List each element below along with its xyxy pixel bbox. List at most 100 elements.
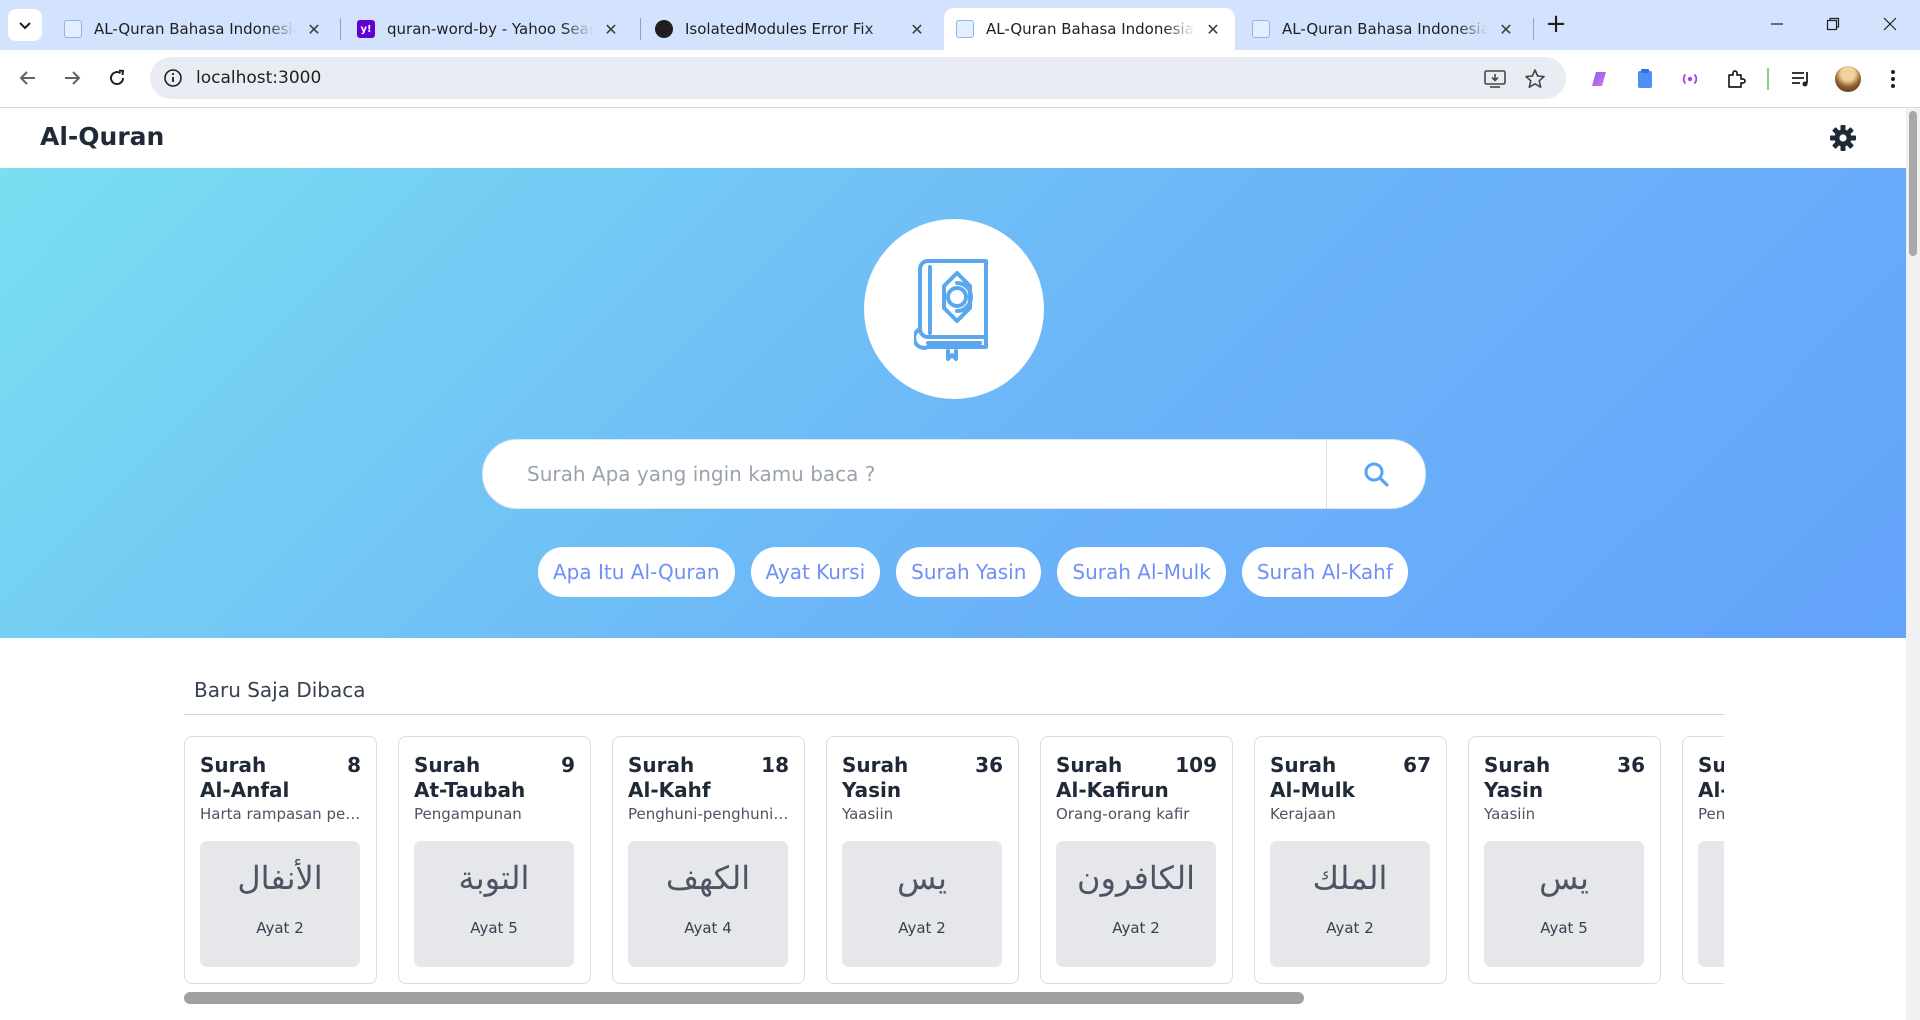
chip-apa-itu-al-quran[interactable]: Apa Itu Al-Quran — [538, 547, 735, 597]
yahoo-favicon-icon: y! — [357, 20, 375, 38]
surah-arabic-name: الكهف — [665, 859, 751, 897]
surah-name: Surah Al-Anfal — [200, 753, 290, 802]
surah-arabic-name: يس — [1539, 859, 1589, 897]
browser-tab-5[interactable]: AL-Quran Bahasa Indonesia - Q ✕ — [1240, 8, 1528, 50]
address-bar[interactable]: localhost:3000 — [150, 57, 1566, 99]
last-ayah-box: الأنفال Ayat 2 — [200, 841, 360, 967]
last-ayah-label: Ayat 4 — [684, 919, 732, 937]
search-button[interactable] — [1327, 440, 1425, 508]
tab-title: AL-Quran Bahasa Indonesia - Q — [94, 20, 296, 38]
chatgpt-favicon-icon — [655, 20, 673, 38]
surah-arabic-name: الأنفال — [237, 859, 323, 897]
browser-toolbar: localhost:3000 — [0, 50, 1920, 108]
broadcast-extension-icon[interactable] — [1675, 64, 1705, 94]
minimize-icon[interactable] — [1749, 8, 1805, 40]
last-ayah-box — [1698, 841, 1724, 967]
last-ayah-label: Ayat 5 — [1540, 919, 1588, 937]
new-tab-plus-icon[interactable]: + — [1540, 10, 1572, 40]
last-ayah-box: يس Ayat 2 — [842, 841, 1002, 967]
tab-close-icon[interactable]: ✕ — [1203, 20, 1223, 39]
media-queue-icon[interactable] — [1786, 64, 1816, 94]
install-app-icon[interactable] — [1482, 66, 1508, 92]
surah-number: 18 — [761, 753, 789, 777]
surah-name: Surah Yasin — [842, 753, 909, 802]
chip-surah-al-mulk[interactable]: Surah Al-Mulk — [1057, 547, 1226, 597]
close-window-icon[interactable] — [1862, 8, 1918, 40]
tab-close-icon[interactable]: ✕ — [1496, 20, 1516, 39]
surah-meaning: Harta rampasan perang — [200, 805, 365, 823]
tab-close-icon[interactable]: ✕ — [601, 20, 621, 39]
surah-name: Surah At-Taubah — [414, 753, 526, 802]
surah-arabic-name: التوبة — [458, 859, 530, 897]
quran-favicon-icon — [64, 20, 82, 38]
tab-close-icon[interactable]: ✕ — [304, 20, 324, 39]
site-info-icon[interactable] — [160, 65, 186, 91]
reload-icon[interactable] — [99, 60, 135, 96]
surah-arabic-name: الملك — [1312, 859, 1388, 897]
puzzle-extensions-icon[interactable] — [1721, 64, 1751, 94]
section-divider — [184, 714, 1724, 715]
surah-name: Surah Al-Kafirun — [1056, 753, 1169, 802]
surah-number: 8 — [347, 753, 361, 777]
last-ayah-label: Ayat 2 — [256, 919, 304, 937]
tab-search-chevron-icon[interactable] — [8, 9, 42, 41]
tab-title: AL-Quran Bahasa Indonesia - Q — [1282, 20, 1488, 38]
recent-cards: Surah Al-Anfal 8 Harta rampasan perang ال… — [184, 736, 1724, 984]
surah-meaning: Orang-orang kafir — [1056, 805, 1190, 823]
surah-meaning: Yaasiin — [842, 805, 894, 823]
surah-number: 36 — [975, 753, 1003, 777]
browser-tab-1[interactable]: AL-Quran Bahasa Indonesia - Q ✕ — [52, 8, 336, 50]
surah-arabic-name: يس — [897, 859, 947, 897]
browser-tab-3[interactable]: IsolatedModules Error Fix ✕ — [643, 8, 939, 50]
surah-name: Surah Al-Kahf — [628, 753, 711, 802]
quran-favicon-icon — [1252, 20, 1270, 38]
surah-arabic-name: الكافرون — [1077, 859, 1195, 897]
surah-meaning: Pen — [1698, 805, 1724, 823]
profile-avatar[interactable] — [1835, 66, 1861, 92]
url-text[interactable]: localhost:3000 — [196, 68, 321, 88]
surah-card[interactable]: Surah Yasin 36 Yaasiin يس Ayat 5 — [1468, 736, 1661, 984]
quran-book-icon — [914, 259, 988, 361]
horizontal-scrollbar-thumb[interactable] — [184, 992, 1304, 1004]
quran-favicon-icon — [956, 20, 974, 38]
site-logo[interactable]: Al-Quran — [40, 122, 164, 151]
settings-gear-icon[interactable] — [1829, 124, 1857, 152]
surah-card[interactable]: Surah Al-Kafirun 109 Orang-orang kafir ال… — [1040, 736, 1233, 984]
vertical-scrollbar[interactable] — [1906, 108, 1920, 1020]
surah-card[interactable]: Surah At-Taubah 9 Pengampunan التوبة Ayat… — [398, 736, 591, 984]
browser-tab-strip: AL-Quran Bahasa Indonesia - Q ✕ y! quran… — [0, 0, 1920, 50]
quran-logo-circle — [864, 219, 1044, 399]
surah-name: Surah Yasin — [1484, 753, 1551, 802]
page-viewport: Al-Quran Surah Apa yang ingin kamu baca … — [0, 108, 1906, 1020]
forward-arrow-icon[interactable] — [54, 60, 90, 96]
site-header: Al-Quran — [0, 108, 1906, 168]
copilot-extension-icon[interactable] — [1584, 64, 1614, 94]
chip-surah-al-kahf[interactable]: Surah Al-Kahf — [1241, 547, 1408, 597]
last-ayah-box: التوبة Ayat 5 — [414, 841, 574, 967]
last-ayah-label: Ayat 2 — [898, 919, 946, 937]
clipboard-extension-icon[interactable] — [1630, 64, 1660, 94]
tab-separator — [340, 18, 341, 40]
bookmark-star-icon[interactable] — [1522, 66, 1548, 92]
surah-card-partial[interactable]: SuAl- Pen — [1682, 736, 1724, 984]
chip-ayat-kursi[interactable]: Ayat Kursi — [750, 547, 881, 597]
surah-card[interactable]: Surah Al-Kahf 18 Penghuni-penghuni gua ال… — [612, 736, 805, 984]
quick-links: Apa Itu Al-Quran Ayat Kursi Surah Yasin … — [538, 547, 1408, 597]
vertical-scrollbar-thumb[interactable] — [1909, 111, 1917, 256]
surah-search-input[interactable] — [527, 440, 1307, 508]
browser-tab-2[interactable]: y! quran-word-by - Yahoo Search ✕ — [345, 8, 633, 50]
last-ayah-box: يس Ayat 5 — [1484, 841, 1644, 967]
toolbar-separator — [1767, 68, 1769, 90]
chip-surah-yasin[interactable]: Surah Yasin — [896, 547, 1042, 597]
last-ayah-box: الكافرون Ayat 2 — [1056, 841, 1216, 967]
surah-card[interactable]: Surah Al-Anfal 8 Harta rampasan perang ال… — [184, 736, 377, 984]
surah-card[interactable]: Surah Yasin 36 Yaasiin يس Ayat 2 — [826, 736, 1019, 984]
restore-icon[interactable] — [1805, 8, 1861, 40]
recent-cards-scroller[interactable]: Surah Al-Anfal 8 Harta rampasan perang ال… — [184, 736, 1724, 988]
browser-tab-active[interactable]: AL-Quran Bahasa Indonesia - Q ✕ — [944, 8, 1235, 50]
surah-meaning: Yaasiin — [1484, 805, 1536, 823]
tab-close-icon[interactable]: ✕ — [907, 20, 927, 39]
kebab-menu-icon[interactable] — [1878, 64, 1908, 94]
back-arrow-icon[interactable] — [10, 60, 46, 96]
surah-card[interactable]: Surah Al-Mulk 67 Kerajaan الملك Ayat 2 — [1254, 736, 1447, 984]
